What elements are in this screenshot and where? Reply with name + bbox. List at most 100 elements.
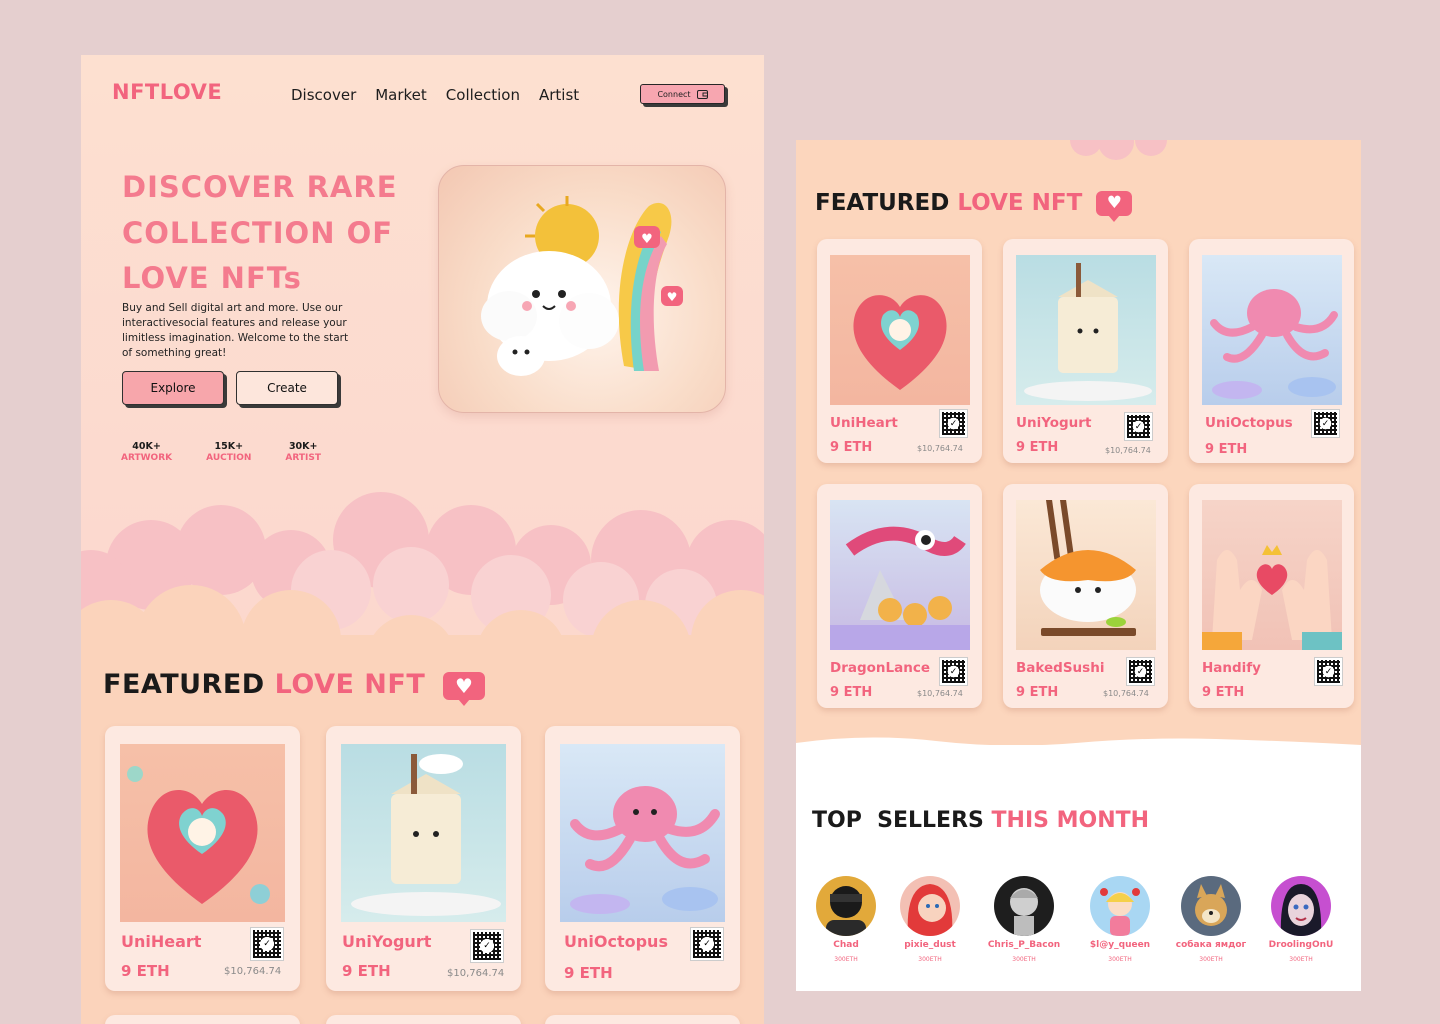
nft-card-uniheart[interactable]: UniHeart 9 ETH $10,764.74 [105,726,300,991]
nft-card-name: UniYogurt [1016,415,1092,431]
clouds-divider [81,492,764,650]
nft-card-uniyogurt[interactable]: UniYogurt 9 ETH $10,764.74 [326,726,521,991]
nft-artwork-handify [1202,500,1342,650]
nft-card-price-eth: 9 ETH [830,685,873,700]
qr-code-icon[interactable] [470,929,504,963]
seller-name: $l@y_queen [1089,940,1151,950]
qr-code-icon[interactable] [1126,657,1155,686]
seller-volume: 300ETH [918,956,942,963]
stat-artist: 30K+ ARTIST [285,441,321,463]
sellers-title-pink: THIS MONTH [991,808,1150,833]
nav-discover[interactable]: Discover [291,86,356,104]
create-button[interactable]: Create [236,371,338,405]
avatar [816,876,876,936]
nav-market[interactable]: Market [375,86,427,104]
nft-card-handify[interactable]: Handify 9 ETH [1189,484,1354,708]
nft-artwork-unioctopus [560,744,725,922]
landing-page-right: FEATURED LOVE NFT ♥ UniHeart 9 ETH $10,7… [796,140,1361,991]
stat-value: 40K+ [132,441,161,452]
nft-card-uniheart[interactable]: UniHeart 9 ETH $10,764.74 [817,239,982,463]
seller-volume: 300ETH [1289,956,1313,963]
logo-text-nft: NFT [112,80,160,104]
wallet-icon [696,89,708,99]
hero-title: DISCOVER RARE COLLECTION OF LOVE NFTs [122,170,398,295]
hero-stats: 40K+ ARTWORK 15K+ AUCTION 30K+ ARTIST [121,441,321,463]
seller-name: Chris_P_Bacon [987,940,1061,950]
nft-card-unioctopus[interactable]: UniOctopus 9 ETH [545,726,740,991]
nft-artwork-uniyogurt [1016,255,1156,405]
nft-card-price-usd: $10,764.74 [224,966,282,977]
nft-card-bakedsushi[interactable]: BakedSushi 9 ETH $10,764.74 [1003,484,1168,708]
svg-text:♥: ♥ [667,290,678,304]
nft-card-price-eth: 9 ETH [1205,442,1248,457]
seller-slay-queen[interactable]: $l@y_queen 300ETH [1080,876,1160,963]
qr-code-icon[interactable] [1311,409,1340,438]
svg-text:♥: ♥ [641,232,653,247]
qr-code-icon[interactable] [250,927,284,961]
stat-value: 15K+ [214,441,244,452]
nft-card-row2-peek [545,1015,740,1024]
nav-collection[interactable]: Collection [446,86,520,104]
connect-label: Connect [657,89,691,99]
qr-code-icon[interactable] [939,409,968,438]
qr-code-icon[interactable] [1314,657,1343,686]
nft-card-price-usd: $10,764.74 [447,968,505,979]
nft-card-name: DragonLance [830,660,931,676]
nft-artwork-dragonlance [830,500,970,650]
featured-title-dark: FEATURED [815,190,950,216]
heart-icon: ♥ [443,671,486,706]
seller-droolingonu[interactable]: DroolingOnU 300ETH [1261,876,1341,963]
sellers-title-dark: TOP SELLERS [812,808,984,833]
nft-card-price-eth: 9 ETH [1016,440,1059,455]
nft-card-price-eth: 9 ETH [342,962,391,980]
seller-volume: 300ETH [1108,956,1132,963]
avatar [900,876,960,936]
main-nav: Discover Market Collection Artist [291,86,579,104]
nft-card-uniyogurt[interactable]: UniYogurt 9 ETH $10,764.74 [1003,239,1168,463]
seller-name: DroolingOnU [1268,940,1334,950]
featured-title-right: FEATURED LOVE NFT ♥ [815,190,1133,222]
qr-code-icon[interactable] [1124,412,1153,441]
seller-name: Chad [833,940,859,950]
nft-card-name: UniOctopus [564,932,668,951]
nft-card-name: UniHeart [830,415,898,431]
seller-chad[interactable]: Chad 300ETH [806,876,886,963]
stat-value: 30K+ [288,441,318,452]
seller-pixie-dust[interactable]: pixie_dust 300ETH [890,876,970,963]
avatar [1181,876,1241,936]
avatar [1271,876,1331,936]
nav-artist[interactable]: Artist [539,86,579,104]
explore-button[interactable]: Explore [122,371,224,405]
nft-card-price-eth: 9 ETH [564,964,613,982]
logo-text-love: LOVE [159,80,223,104]
nft-card-row2-peek [326,1015,521,1024]
hero-subtitle: Buy and Sell digital art and more. Use o… [122,302,349,359]
brand-logo[interactable]: NFTLOVE [112,80,222,104]
qr-code-icon[interactable] [690,927,724,961]
featured-title-dark: FEATURED [103,669,265,700]
stat-auction: 15K+ AUCTION [206,441,251,463]
stat-label: ARTIST [285,453,322,463]
nft-card-name: UniYogurt [342,932,432,951]
seller-chris-p-bacon[interactable]: Chris_P_Bacon 300ETH [984,876,1064,963]
cloud-top-edge [1070,140,1167,160]
nft-artwork-unioctopus [1202,255,1342,405]
nft-card-name: BakedSushi [1016,660,1105,676]
featured-title-left: FEATURED LOVE NFT ♥ [103,669,486,706]
nft-card-price-eth: 9 ETH [830,440,873,455]
landing-page-left: NFTLOVE Discover Market Collection Artis… [81,55,764,1024]
connect-wallet-button[interactable]: Connect [640,84,725,104]
stat-artwork: 40K+ ARTWORK [121,441,172,463]
nft-artwork-uniheart [120,744,285,922]
nft-card-dragonlance[interactable]: DragonLance 9 ETH $10,764.74 [817,484,982,708]
avatar [1090,876,1150,936]
nft-card-unioctopus[interactable]: UniOctopus 9 ETH [1189,239,1354,463]
top-sellers-title: TOP SELLERS THIS MONTH [812,808,1149,833]
heart-glyph: ♥ [1106,193,1122,213]
seller-sobaka-yamdog[interactable]: собака ямдог 300ETH [1171,876,1251,963]
qr-code-icon[interactable] [939,657,968,686]
heart-icon: ♥ [1096,191,1133,222]
featured-title-pink: LOVE NFT [274,669,426,700]
featured-title-pink: LOVE NFT [957,190,1083,216]
nft-card-name: UniHeart [121,932,202,951]
